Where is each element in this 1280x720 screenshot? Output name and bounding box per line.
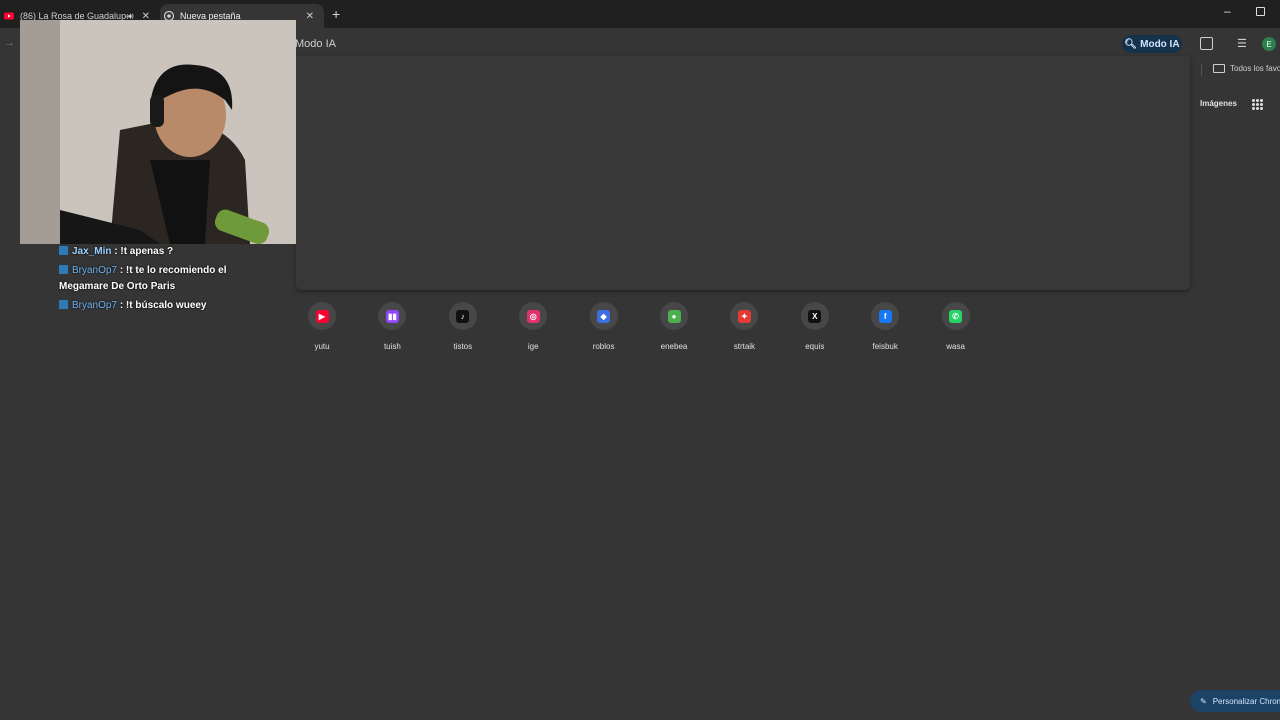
customize-label: Personalizar Chrom: [1212, 696, 1280, 706]
shortcut-label: yutu: [314, 342, 330, 351]
search-sparkle-icon: 🔍︎: [1124, 38, 1138, 50]
shortcut-label: wasa: [946, 342, 965, 351]
images-link[interactable]: Imágenes: [1200, 99, 1237, 108]
shortcut-equis[interactable]: Xequis: [785, 302, 845, 351]
shortcut-yutu[interactable]: ▶ yutu: [292, 302, 352, 351]
shortcut-label: tuish: [383, 342, 401, 351]
minimize-icon[interactable]: –: [1224, 4, 1231, 18]
shortcut-label: enebea: [660, 342, 688, 351]
shortcut-label: equis: [805, 342, 825, 351]
strike-icon: ✦: [737, 309, 751, 323]
shortcut-tile: ✆: [941, 302, 970, 330]
chat-username: Jax_Min: [72, 246, 112, 257]
omnibox-mode-label[interactable]: Modo IA: [295, 38, 336, 50]
chat-message: BryanOp7 : !t búscalo wueey: [59, 298, 259, 314]
back-arrow-icon[interactable]: →: [4, 37, 15, 49]
shortcut-tile: ◎: [519, 302, 548, 330]
folder-icon: [1213, 64, 1225, 73]
shortcut-enebea[interactable]: ● enebea: [644, 302, 704, 351]
chat-message: Jax_Min : !t apenas ?: [59, 244, 259, 260]
shortcut-tile: ▶: [308, 302, 336, 330]
all-bookmarks-folder[interactable]: Todos los favo: [1213, 64, 1280, 73]
badge-icon: [59, 300, 68, 309]
chat-text: : !t apenas ?: [114, 246, 174, 257]
google-apps-icon[interactable]: [1252, 99, 1263, 110]
shortcut-label: feisbuk: [872, 342, 898, 351]
shortcut-wasa[interactable]: ✆ wasa: [926, 302, 986, 351]
instagram-icon: ◎: [526, 309, 540, 323]
shortcut-tile: ♪: [448, 302, 477, 330]
shortcut-tile: ●: [660, 302, 688, 330]
shortcut-label: roblos: [592, 342, 615, 351]
shortcut-tile: X: [800, 302, 829, 330]
reading-list-icon[interactable]: ☰: [1237, 37, 1247, 50]
youtube-icon: [4, 12, 14, 20]
extensions-icon[interactable]: [1200, 37, 1213, 50]
pencil-icon: ✎: [1200, 696, 1207, 706]
badge-icon: [59, 246, 68, 255]
streamer-image: [20, 20, 296, 244]
profile-avatar[interactable]: E: [1262, 37, 1276, 51]
shortcut-label: strtaik: [733, 342, 756, 351]
whatsapp-icon: ✆: [949, 309, 963, 323]
shortcut-tile: ✦: [730, 302, 759, 330]
webcam-overlay: [20, 20, 296, 244]
facebook-icon: f: [878, 309, 892, 323]
bookmark-separator: [1201, 64, 1202, 76]
close-tab-icon[interactable]: ✕: [306, 11, 314, 22]
nba-icon: ●: [667, 309, 681, 323]
all-bookmarks-label: Todos los favo: [1230, 64, 1280, 73]
shortcut-label: tistos: [453, 342, 473, 351]
tiktok-icon: ♪: [456, 309, 470, 323]
shortcut-ige[interactable]: ◎ ige: [503, 302, 563, 351]
chat-message: BryanOp7 : !t te lo recomiendo el Megama…: [59, 263, 259, 295]
shortcut-tuish[interactable]: ▮▮ tuish: [362, 302, 422, 351]
shortcut-tistos[interactable]: ♪ tistos: [433, 302, 493, 351]
maximize-icon[interactable]: [1256, 7, 1265, 16]
shortcut-roblos[interactable]: ◆ roblos: [574, 302, 634, 351]
shortcut-feisbuk[interactable]: f feisbuk: [855, 302, 915, 351]
shortcut-tile: f: [871, 302, 900, 330]
shortcut-tile: ◆: [589, 302, 618, 330]
shortcut-label: ige: [527, 342, 539, 351]
chat-text: : !t búscalo wueey: [119, 300, 207, 311]
badge-icon: [59, 265, 68, 274]
ai-mode-label: Modo IA: [1140, 38, 1180, 50]
x-icon: X: [808, 309, 822, 323]
stream-chat: Jax_Min : !t apenas ? BryanOp7 : !t te l…: [59, 244, 259, 317]
youtube-icon: ▶: [315, 309, 329, 323]
twitch-icon: ▮▮: [385, 309, 399, 323]
chat-username: BryanOp7: [72, 300, 118, 311]
chat-username: BryanOp7: [72, 265, 118, 276]
customize-chrome-button[interactable]: ✎ Personalizar Chrom: [1190, 690, 1280, 712]
roblox-icon: ◆: [597, 309, 611, 323]
ai-mode-button[interactable]: 🔍︎ Modo IA: [1122, 35, 1182, 53]
new-tab-button[interactable]: +: [332, 6, 340, 22]
shortcut-tile: ▮▮: [378, 302, 407, 330]
omnibox-suggestion-panel: [296, 56, 1190, 290]
shortcut-strtaik[interactable]: ✦ strtaik: [714, 302, 774, 351]
